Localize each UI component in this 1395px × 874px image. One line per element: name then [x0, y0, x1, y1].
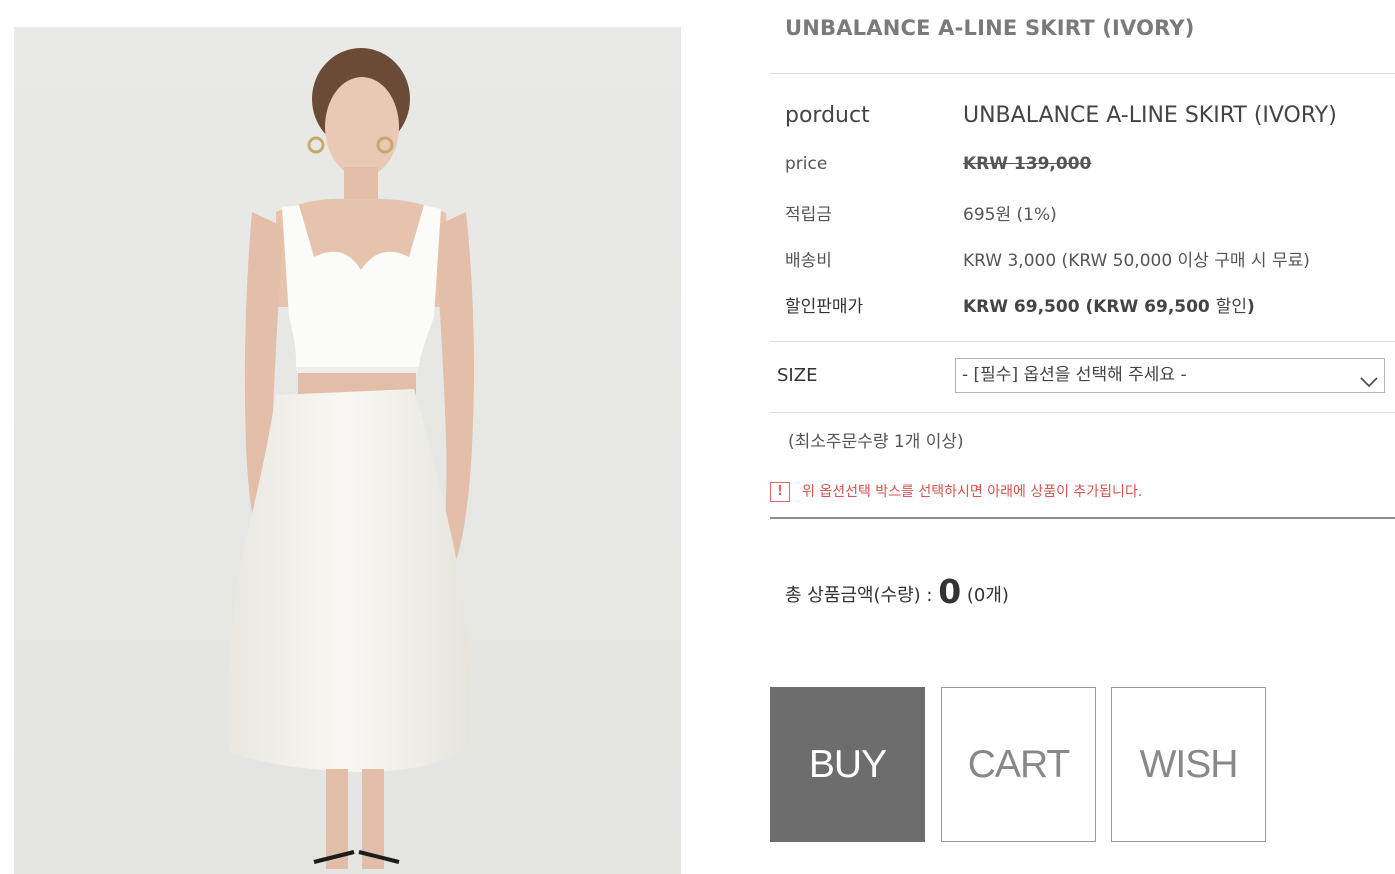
points-value: 695원 (1%) [963, 205, 1057, 225]
wish-button[interactable]: WISH [1111, 687, 1266, 842]
sale-price-suffix: 할인 [1215, 297, 1247, 317]
min-order-quantity: (최소주문수량 1개 이상) [788, 432, 964, 452]
alert-icon: ! [770, 482, 790, 502]
divider [770, 341, 1395, 342]
total-amount: 0 [938, 572, 962, 611]
price-label: price [785, 154, 828, 174]
total-quantity: (0개) [961, 585, 1009, 606]
notice-text: 위 옵션선택 박스를 선택하시면 아래에 상품이 추가됩니다. [802, 484, 1143, 500]
size-option-label: SIZE [777, 365, 818, 386]
sale-price-amount: KRW 69,500 (KRW 69,500 [963, 297, 1216, 317]
points-label: 적립금 [785, 205, 832, 225]
chevron-down-icon [1360, 368, 1378, 401]
cart-button[interactable]: CART [941, 687, 1096, 842]
sale-price-close: ) [1246, 297, 1255, 317]
divider [770, 517, 1395, 519]
product-title: UNBALANCE A-LINE SKIRT (IVORY) [785, 16, 1195, 40]
divider [770, 412, 1395, 413]
original-price: KRW 139,000 [963, 154, 1092, 174]
total-label: 총 상품금액(수량) : [785, 585, 939, 606]
buy-button[interactable]: BUY [770, 687, 925, 842]
shipping-label: 배송비 [785, 251, 832, 271]
size-select[interactable]: - [필수] 옵션을 선택해 주세요 - [955, 358, 1385, 393]
option-notice: ! 위 옵션선택 박스를 선택하시면 아래에 상품이 추가됩니다. [770, 481, 1142, 502]
sale-price-label: 할인판매가 [785, 297, 864, 317]
product-image [14, 27, 681, 874]
product-label: porduct [785, 103, 870, 128]
divider [770, 73, 1395, 74]
shipping-value: KRW 3,000 (KRW 50,000 이상 구매 시 무료) [963, 251, 1310, 271]
total-price: 총 상품금액(수량) : 0 (0개) [785, 572, 1009, 611]
size-select-value: - [필수] 옵션을 선택해 주세요 - [962, 365, 1187, 385]
sale-price-value: KRW 69,500 (KRW 69,500 할인) [963, 292, 1255, 317]
product-name-value: UNBALANCE A-LINE SKIRT (IVORY) [963, 103, 1337, 128]
